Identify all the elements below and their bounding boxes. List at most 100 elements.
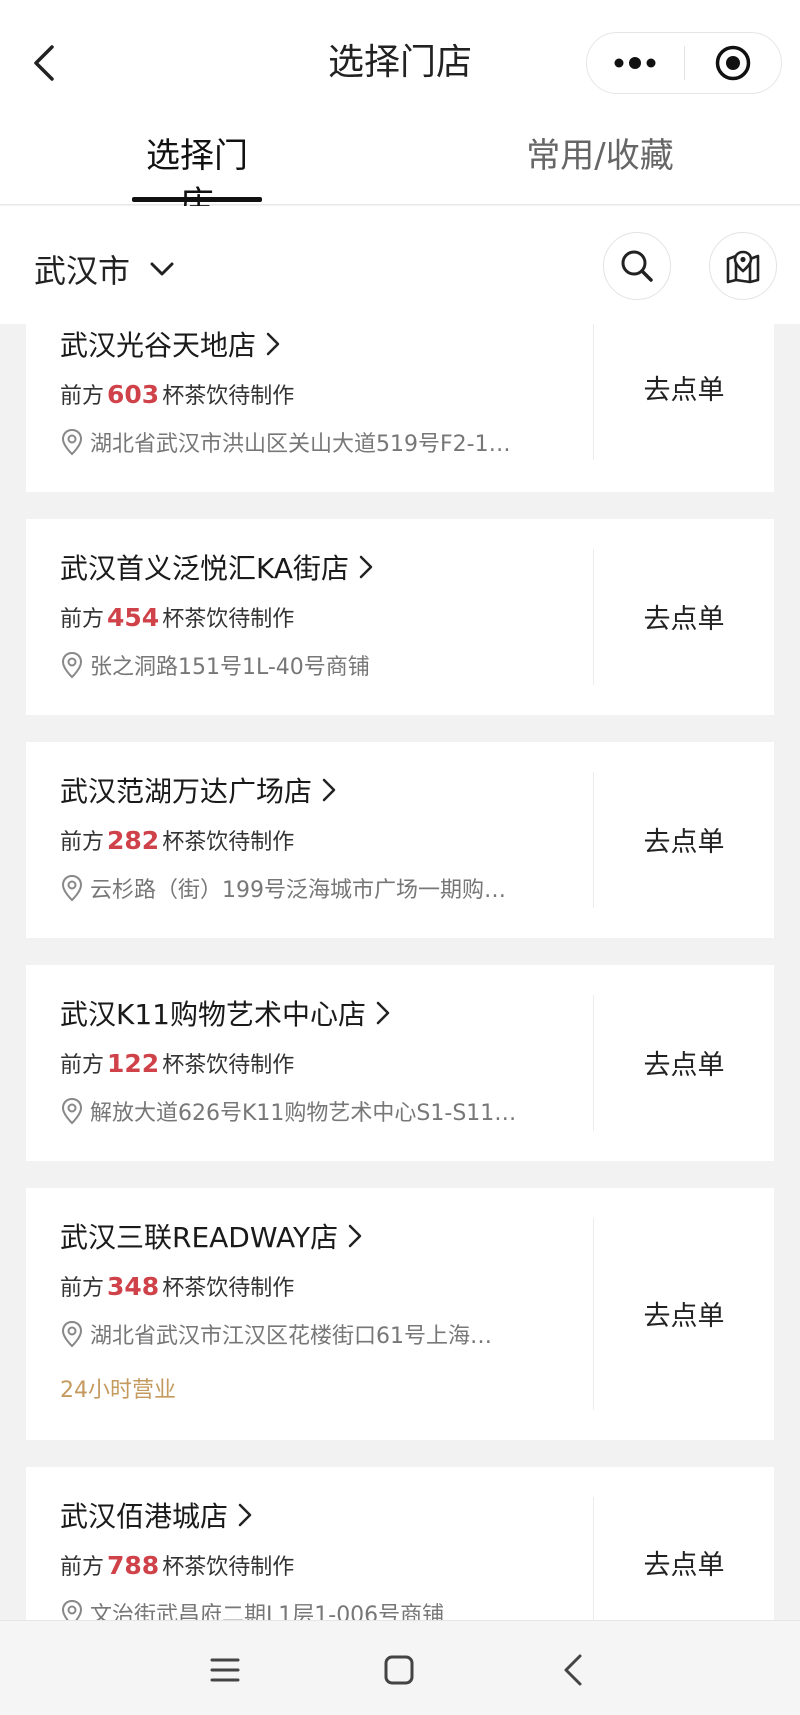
queue-info: 前方 788 杯茶饮待制作	[60, 1547, 570, 1583]
address-text: 张之洞路151号1L-40号商铺	[90, 655, 370, 680]
queue-count: 122	[107, 1048, 160, 1078]
order-button[interactable]: 去点单	[594, 1543, 774, 1582]
page: 选择门店 选择门店 常用/收藏 武汉市 武汉光谷天地店 前方 603 杯茶饮待制…	[0, 0, 800, 1715]
store-name-link[interactable]: 武汉范湖万达广场店	[60, 770, 570, 810]
address-text: 云杉路（街）199号泛海城市广场一期购…	[90, 878, 506, 903]
tab-label: 常用/收藏	[526, 136, 674, 176]
store-name: 武汉光谷天地店	[60, 329, 257, 362]
queue-prefix: 前方	[60, 384, 105, 409]
store-name-link[interactable]: 武汉佰港城店	[60, 1495, 570, 1535]
mini-program-capsule	[586, 32, 782, 94]
order-button[interactable]: 去点单	[594, 597, 774, 636]
location-pin-icon	[60, 428, 84, 456]
chevron-left-icon	[564, 1654, 582, 1686]
store-name: 武汉范湖万达广场店	[60, 775, 313, 808]
chevron-right-icon	[266, 332, 280, 356]
map-pin-icon	[726, 250, 760, 284]
store-card: 武汉佰港城店 前方 788 杯茶饮待制作 文治街武昌府二期L1层1-006号商铺	[26, 1467, 774, 1620]
queue-suffix: 杯茶饮待制作	[162, 384, 295, 409]
store-card: 武汉光谷天地店 前方 603 杯茶饮待制作 湖北省武汉市洪山区关山大道519号F…	[26, 324, 774, 492]
chevron-right-icon	[359, 555, 373, 579]
queue-count: 454	[107, 602, 160, 632]
store-info: 武汉佰港城店 前方 788 杯茶饮待制作 文治街武昌府二期L1层1-006号商铺	[60, 1495, 570, 1620]
location-pin-icon	[60, 1599, 84, 1620]
city-name: 武汉市	[34, 252, 131, 290]
queue-count: 603	[107, 379, 160, 409]
header: 选择门店	[0, 0, 800, 122]
address-text: 湖北省武汉市洪山区关山大道519号F2-1…	[90, 432, 511, 457]
queue-prefix: 前方	[60, 1053, 105, 1078]
square-icon	[384, 1655, 414, 1685]
store-address: 云杉路（街）199号泛海城市广场一期购…	[60, 870, 570, 906]
city-bar: 武汉市	[0, 206, 800, 324]
system-nav-bar	[0, 1620, 800, 1715]
tab-bar: 选择门店 常用/收藏	[0, 122, 800, 224]
location-pin-icon	[60, 1097, 84, 1125]
store-address: 湖北省武汉市江汉区花楼街口61号上海…	[60, 1316, 570, 1352]
chevron-left-icon	[34, 45, 54, 81]
target-circle-icon	[715, 45, 750, 81]
store-card: 武汉范湖万达广场店 前方 282 杯茶饮待制作 云杉路（街）199号泛海城市广场…	[26, 742, 774, 938]
store-info: 武汉三联READWAY店 前方 348 杯茶饮待制作 湖北省武汉市江汉区花楼街口…	[60, 1216, 570, 1404]
store-name: 武汉三联READWAY店	[60, 1221, 339, 1254]
nav-menu-button[interactable]	[200, 1645, 250, 1695]
store-card: 武汉K11购物艺术中心店 前方 122 杯茶饮待制作 解放大道626号K11购物…	[26, 965, 774, 1161]
order-button[interactable]: 去点单	[594, 368, 774, 407]
nav-back-button[interactable]	[548, 1645, 598, 1695]
store-name-link[interactable]: 武汉光谷天地店	[60, 324, 570, 364]
chevron-down-icon	[150, 262, 174, 276]
more-dots-icon	[614, 57, 656, 69]
open-hours-tag: 24小时营业	[60, 1378, 176, 1403]
store-card: 武汉三联READWAY店 前方 348 杯茶饮待制作 湖北省武汉市江汉区花楼街口…	[26, 1188, 774, 1440]
back-button[interactable]	[24, 38, 64, 88]
store-name-link[interactable]: 武汉三联READWAY店	[60, 1216, 570, 1256]
order-button[interactable]: 去点单	[594, 1294, 774, 1333]
tab-favorites[interactable]: 常用/收藏	[525, 132, 675, 202]
menu-icon	[210, 1658, 240, 1682]
queue-prefix: 前方	[60, 607, 105, 632]
city-selector[interactable]: 武汉市	[34, 244, 174, 294]
queue-suffix: 杯茶饮待制作	[162, 607, 295, 632]
store-address: 解放大道626号K11购物艺术中心S1-S11…	[60, 1093, 570, 1129]
tab-select-store[interactable]: 选择门店	[132, 132, 262, 224]
store-name: 武汉佰港城店	[60, 1500, 229, 1533]
map-button[interactable]	[709, 232, 777, 300]
queue-suffix: 杯茶饮待制作	[162, 1555, 295, 1580]
store-list[interactable]: 武汉光谷天地店 前方 603 杯茶饮待制作 湖北省武汉市洪山区关山大道519号F…	[0, 324, 800, 1620]
store-name: 武汉首义泛悦汇KA街店	[60, 552, 350, 585]
more-button[interactable]	[587, 33, 684, 93]
queue-prefix: 前方	[60, 1555, 105, 1580]
queue-info: 前方 603 杯茶饮待制作	[60, 376, 570, 412]
address-text: 湖北省武汉市江汉区花楼街口61号上海…	[90, 1324, 492, 1349]
queue-suffix: 杯茶饮待制作	[162, 1053, 295, 1078]
queue-suffix: 杯茶饮待制作	[162, 830, 295, 855]
queue-count: 282	[107, 825, 160, 855]
nav-home-button[interactable]	[374, 1645, 424, 1695]
store-name: 武汉K11购物艺术中心店	[60, 998, 366, 1031]
queue-prefix: 前方	[60, 830, 105, 855]
chevron-right-icon	[348, 1224, 362, 1248]
queue-suffix: 杯茶饮待制作	[162, 1276, 295, 1301]
queue-prefix: 前方	[60, 1276, 105, 1301]
search-icon	[621, 250, 653, 282]
store-address: 湖北省武汉市洪山区关山大道519号F2-1…	[60, 424, 570, 460]
location-pin-icon	[60, 1320, 84, 1348]
close-button[interactable]	[685, 33, 782, 93]
address-text: 文治街武昌府二期L1层1-006号商铺	[90, 1603, 445, 1620]
order-button[interactable]: 去点单	[594, 1043, 774, 1082]
chevron-right-icon	[376, 1001, 390, 1025]
store-address: 文治街武昌府二期L1层1-006号商铺	[60, 1595, 570, 1620]
store-info: 武汉范湖万达广场店 前方 282 杯茶饮待制作 云杉路（街）199号泛海城市广场…	[60, 770, 570, 906]
store-name-link[interactable]: 武汉K11购物艺术中心店	[60, 993, 570, 1033]
queue-info: 前方 454 杯茶饮待制作	[60, 599, 570, 635]
location-pin-icon	[60, 651, 84, 679]
tab-underline	[132, 197, 262, 202]
order-button[interactable]: 去点单	[594, 820, 774, 859]
store-name-link[interactable]: 武汉首义泛悦汇KA街店	[60, 547, 570, 587]
queue-info: 前方 348 杯茶饮待制作	[60, 1268, 570, 1304]
queue-count: 788	[107, 1550, 160, 1580]
chevron-right-icon	[322, 778, 336, 802]
search-button[interactable]	[603, 232, 671, 300]
address-text: 解放大道626号K11购物艺术中心S1-S11…	[90, 1101, 517, 1126]
store-card: 武汉首义泛悦汇KA街店 前方 454 杯茶饮待制作 张之洞路151号1L-40号…	[26, 519, 774, 715]
